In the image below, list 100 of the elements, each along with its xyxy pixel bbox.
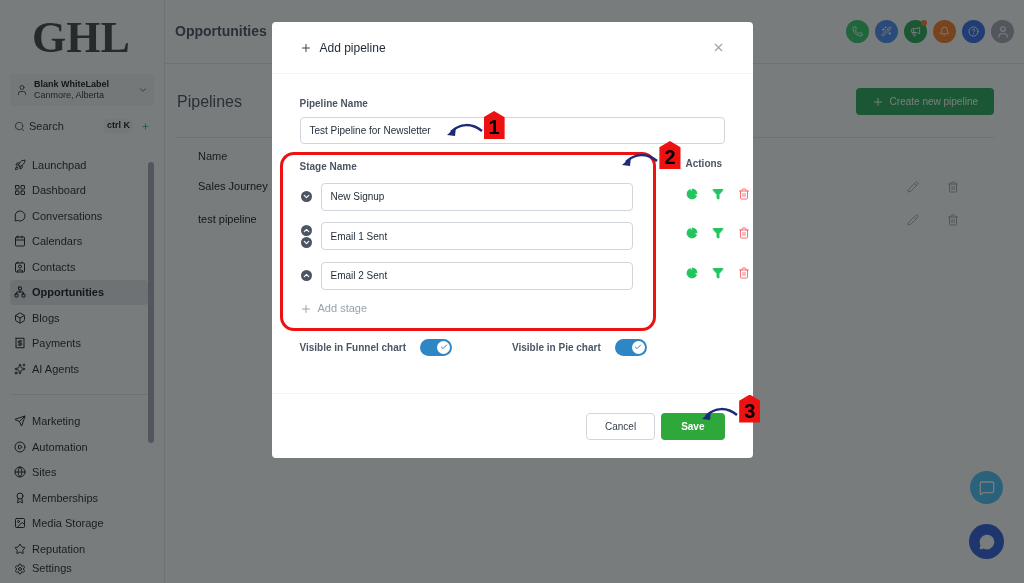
add-stage-button[interactable]: Add stage bbox=[299, 295, 633, 322]
header-title: Opportunities bbox=[175, 22, 267, 41]
contact-card-icon bbox=[14, 260, 26, 273]
sidebar-item[interactable]: Marketing bbox=[10, 408, 148, 434]
table-cell-text: Sales Journey bbox=[198, 179, 268, 195]
help-button[interactable] bbox=[962, 20, 985, 43]
logo: GHL bbox=[32, 16, 130, 60]
toggle-switch[interactable] bbox=[420, 338, 452, 356]
play-icon bbox=[14, 440, 26, 453]
wand-button[interactable] bbox=[875, 20, 898, 43]
avatar[interactable] bbox=[991, 20, 1014, 43]
column-header: Name bbox=[198, 149, 228, 162]
receipt-icon bbox=[14, 337, 26, 350]
account-switcher[interactable]: Blank WhiteLabel Canmore, Alberta bbox=[10, 74, 154, 106]
field-label: Pipeline Name bbox=[299, 97, 369, 111]
pie-chart-icon[interactable] bbox=[685, 227, 698, 240]
plus-icon bbox=[299, 302, 312, 315]
calendar-icon bbox=[14, 235, 26, 248]
network-icon bbox=[14, 286, 26, 299]
toggle-label: Visible in Pie chart bbox=[512, 340, 601, 355]
cancel-button[interactable]: Cancel bbox=[586, 412, 656, 440]
sidebar-item[interactable]: AI Agents bbox=[10, 356, 148, 382]
sidebar-item[interactable]: Reputation bbox=[10, 536, 148, 562]
sidebar-item[interactable]: Contacts bbox=[10, 254, 148, 280]
sidebar-item[interactable]: Launchpad bbox=[10, 152, 148, 178]
callout-badge: 3 bbox=[739, 394, 761, 423]
stage-name-field[interactable]: New Signup bbox=[320, 182, 633, 211]
wand-icon bbox=[881, 26, 892, 37]
edit-icon[interactable] bbox=[907, 180, 919, 193]
account-name: Blank WhiteLabel bbox=[34, 78, 110, 90]
delete-icon[interactable] bbox=[737, 227, 750, 240]
funnel-icon[interactable] bbox=[711, 227, 724, 240]
sidebar-item[interactable]: Dashboard bbox=[10, 177, 148, 203]
table-cell-text: test pipeline bbox=[198, 212, 257, 228]
chat-bubble-icon bbox=[14, 209, 26, 222]
location-icon bbox=[16, 84, 28, 96]
sidebar-item[interactable]: Automation bbox=[10, 434, 148, 460]
delete-icon[interactable] bbox=[947, 213, 959, 226]
plus-icon bbox=[299, 41, 312, 54]
stage-name-field[interactable]: Email 2 Sent bbox=[320, 261, 633, 290]
plus-icon[interactable] bbox=[141, 121, 150, 131]
sidebar-item[interactable]: Settings bbox=[10, 561, 148, 576]
delete-icon[interactable] bbox=[947, 180, 959, 193]
create-pipeline-button[interactable]: Create new pipeline bbox=[855, 88, 994, 115]
curved-arrow bbox=[701, 406, 740, 423]
delete-icon[interactable] bbox=[737, 266, 750, 279]
chat-bubble-icon bbox=[978, 533, 995, 550]
help-icon bbox=[968, 26, 979, 37]
search-field[interactable]: Search bbox=[29, 117, 100, 135]
image-icon bbox=[14, 517, 26, 530]
dialog-title: Add pipeline bbox=[319, 39, 386, 57]
sidebar-item[interactable]: Opportunities bbox=[10, 279, 148, 305]
phone-icon bbox=[852, 26, 863, 37]
sidebar-item[interactable]: Payments bbox=[10, 330, 148, 356]
check-icon bbox=[439, 343, 448, 351]
move-down-icon[interactable] bbox=[300, 191, 312, 203]
funnel-icon[interactable] bbox=[711, 187, 724, 200]
edit-icon[interactable] bbox=[907, 213, 919, 226]
stage-name-field[interactable]: Email 1 Sent bbox=[320, 222, 633, 251]
rocket-icon bbox=[14, 158, 26, 171]
delete-icon[interactable] bbox=[737, 187, 750, 200]
notification-button[interactable] bbox=[933, 20, 956, 43]
paper-plane-icon bbox=[14, 415, 26, 428]
move-down-icon[interactable] bbox=[300, 236, 312, 248]
toggle-label: Visible in Funnel chart bbox=[299, 340, 406, 355]
search-icon bbox=[14, 120, 25, 132]
save-button[interactable]: Save bbox=[661, 412, 725, 440]
globe-icon bbox=[14, 466, 26, 479]
award-icon bbox=[14, 491, 26, 504]
star-icon bbox=[14, 542, 26, 555]
pie-chart-icon[interactable] bbox=[685, 187, 698, 200]
plus-icon bbox=[871, 95, 884, 108]
toggle-switch[interactable] bbox=[614, 338, 647, 356]
column-header: Stage Name bbox=[299, 160, 358, 174]
sidebar-item[interactable]: Conversations bbox=[10, 203, 148, 229]
chat-button[interactable] bbox=[969, 524, 1004, 559]
sidebar-item[interactable]: Media Storage bbox=[10, 510, 148, 536]
user-silhouette-icon bbox=[995, 24, 1010, 39]
pie-chart-icon[interactable] bbox=[685, 266, 698, 279]
bell-icon bbox=[939, 26, 950, 37]
sparkles-icon bbox=[14, 362, 26, 375]
megaphone-icon bbox=[910, 26, 921, 37]
page-title: Pipelines bbox=[177, 91, 242, 112]
settings-icon bbox=[14, 562, 26, 575]
sidebar-item[interactable]: Memberships bbox=[10, 485, 148, 511]
feedback-button[interactable] bbox=[970, 471, 1003, 504]
phone-button[interactable] bbox=[846, 20, 869, 43]
curved-arrow bbox=[445, 123, 484, 139]
move-up-icon[interactable] bbox=[300, 270, 312, 282]
grid-icon bbox=[14, 184, 26, 197]
column-header: Actions bbox=[685, 157, 723, 170]
sidebar-item[interactable]: Blogs bbox=[10, 305, 148, 331]
move-up-icon[interactable] bbox=[300, 224, 312, 236]
sidebar-item[interactable]: Calendars bbox=[10, 228, 148, 254]
megaphone-button[interactable] bbox=[904, 20, 927, 43]
account-location: Canmore, Alberta bbox=[34, 90, 106, 102]
callout-badge: 1 bbox=[483, 111, 505, 139]
curved-arrow bbox=[621, 153, 660, 169]
sidebar-item[interactable]: Sites bbox=[10, 459, 148, 485]
funnel-icon[interactable] bbox=[711, 266, 724, 279]
